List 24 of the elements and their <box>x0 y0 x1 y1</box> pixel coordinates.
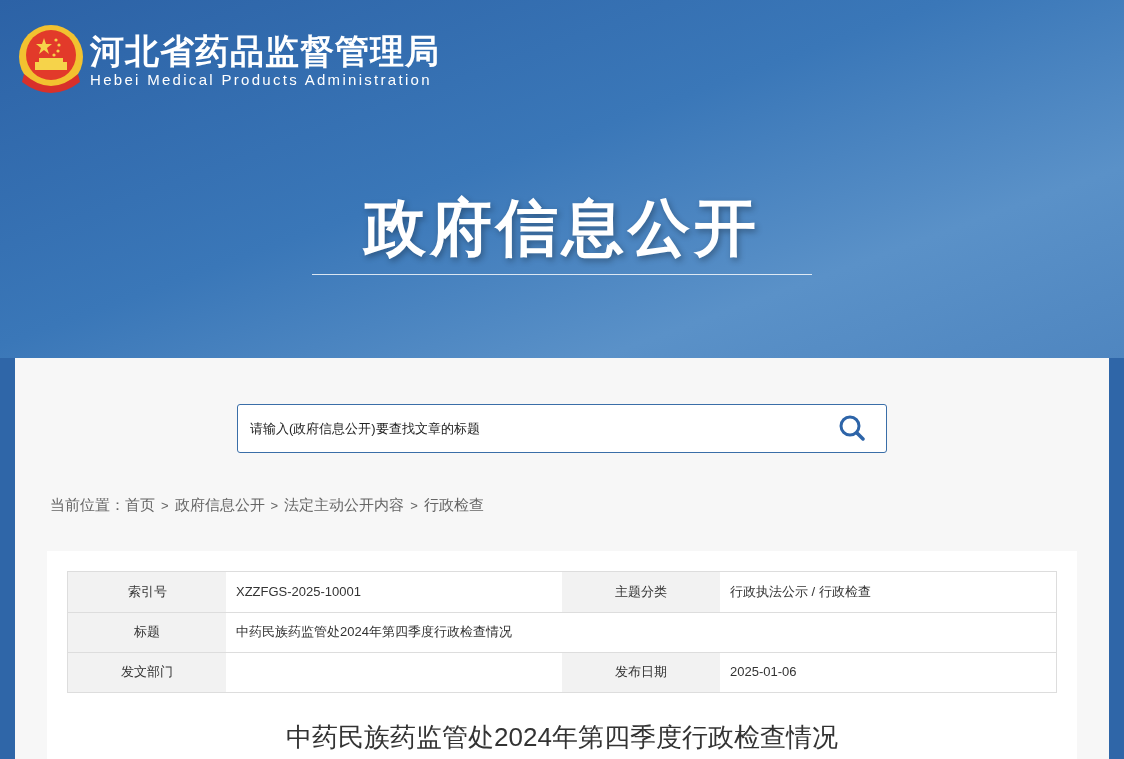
breadcrumb-link[interactable]: 法定主动公开内容 <box>284 494 405 517</box>
breadcrumb-label: 当前位置： <box>50 495 125 515</box>
banner-title: 政府信息公开 <box>364 192 760 264</box>
site-name: 河北省药品监督管理局 <box>90 31 440 71</box>
site-name-english: Hebei Medical Products Administration <box>90 71 433 89</box>
field-label: 标题 <box>68 612 226 652</box>
breadcrumb-separator: > <box>410 496 418 515</box>
field-label: 索引号 <box>68 571 226 612</box>
field-value: 行政执法公示 / 行政检查 <box>729 582 872 601</box>
field-value: XZZFGS-2025-10001 <box>235 582 362 601</box>
field-value: 2025-01-06 <box>729 663 798 682</box>
breadcrumb-separator: > <box>161 496 169 515</box>
article-title: 中药民族药监管处2024年第四季度行政检查情况 <box>286 720 838 754</box>
breadcrumb-separator: > <box>270 496 279 515</box>
breadcrumb-link[interactable]: 政府信息公开 <box>174 494 265 517</box>
search-icon[interactable] <box>839 415 865 441</box>
field-label: 发布日期 <box>562 652 720 692</box>
search-field[interactable]: 请输入(政府信息公开)要查找文章的标题 <box>237 404 887 453</box>
breadcrumb-link[interactable]: 首页 <box>125 494 155 517</box>
field-label: 发文部门 <box>68 652 226 692</box>
field-label: 主题分类 <box>562 571 720 612</box>
field-value: 中药民族药监管处2024年第四季度行政检查情况 <box>235 623 513 642</box>
emblem-icon <box>18 24 84 96</box>
breadcrumb-link[interactable]: 行政检查 <box>423 494 484 517</box>
